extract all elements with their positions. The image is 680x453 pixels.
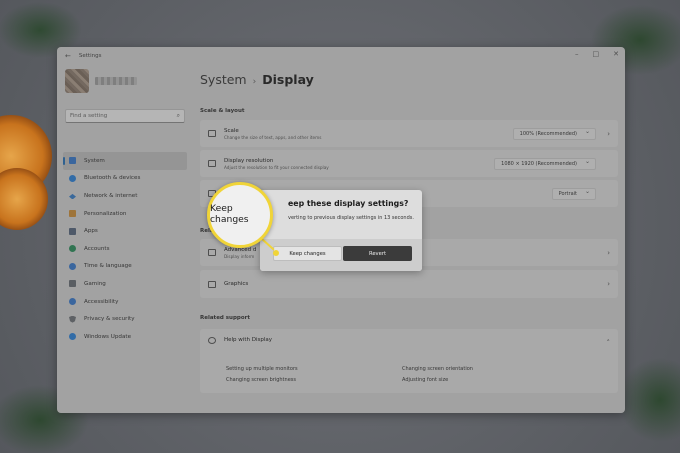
- revert-button[interactable]: Revert: [343, 246, 412, 261]
- magnifier-callout: Keep changes: [207, 182, 273, 248]
- keep-changes-button[interactable]: Keep changes: [273, 246, 342, 261]
- callout-pointer-dot: [273, 250, 279, 256]
- callout-text: Keep changes: [210, 202, 249, 225]
- dialog-message: verting to previous display settings in …: [288, 215, 414, 221]
- dialog-title: eep these display settings?: [288, 199, 409, 208]
- keep-display-settings-dialog: eep these display settings? verting to p…: [260, 190, 422, 271]
